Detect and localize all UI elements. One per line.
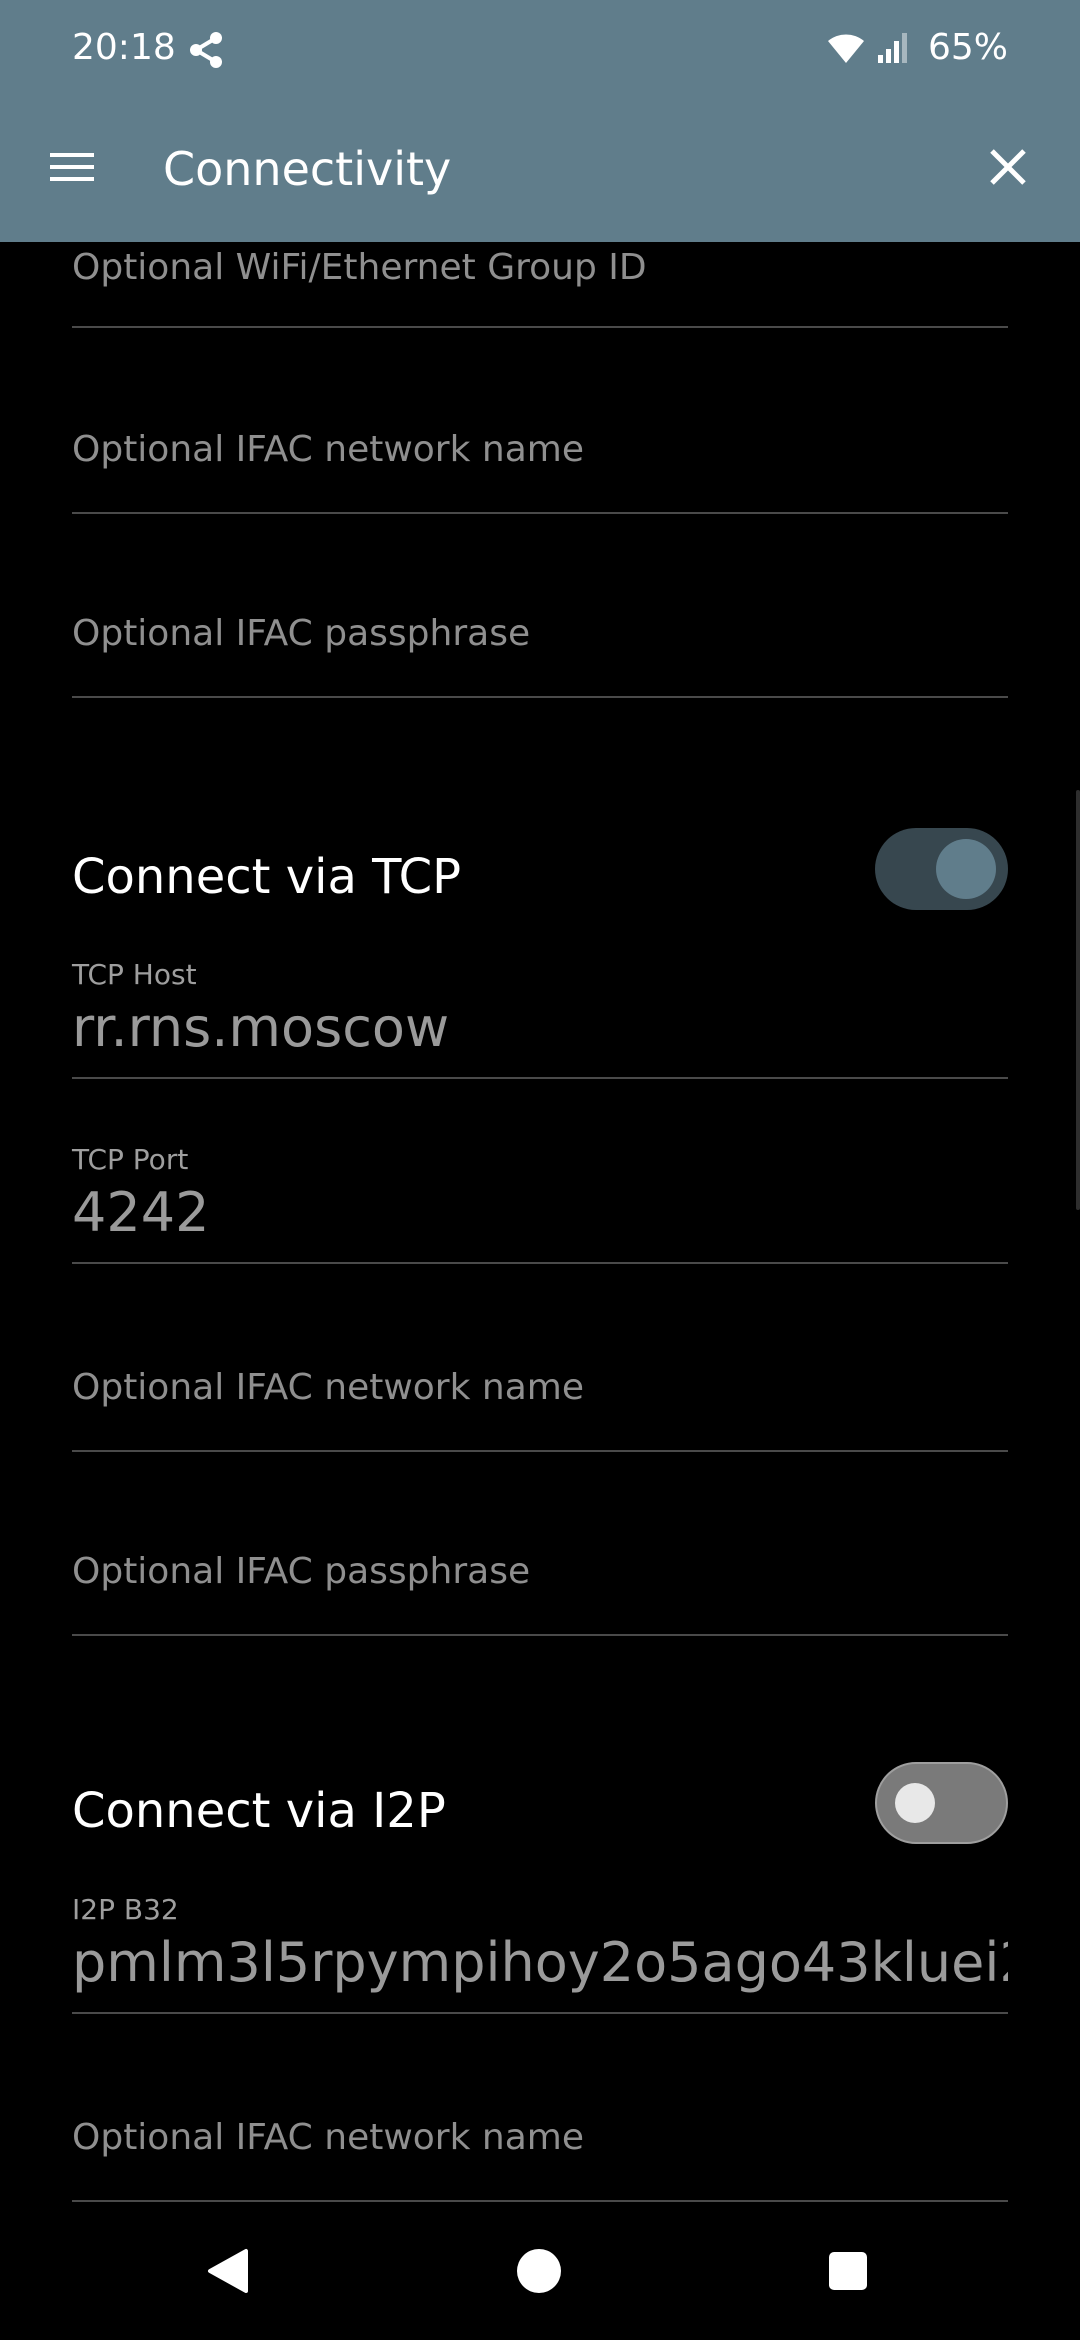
- page-title: Connectivity: [163, 142, 452, 196]
- tcp-toggle-knob: [936, 839, 996, 899]
- wifi-group-id-input[interactable]: Optional WiFi/Ethernet Group ID: [72, 242, 1008, 328]
- i2p-ifac-name-input[interactable]: Optional IFAC network name: [72, 2014, 1008, 2202]
- back-button[interactable]: [183, 2228, 273, 2318]
- status-indicators: 65%: [826, 24, 1008, 72]
- wifi-ifac-name-input[interactable]: Optional IFAC network name: [72, 326, 1008, 514]
- menu-button[interactable]: [36, 133, 108, 205]
- i2p-toggle[interactable]: [875, 1762, 1008, 1844]
- battery-percentage: 65%: [927, 27, 1008, 68]
- recents-button[interactable]: [803, 2228, 893, 2318]
- close-icon: [989, 148, 1027, 190]
- tcp-ifac-passphrase-placeholder: Optional IFAC passphrase: [72, 1551, 531, 1592]
- tcp-section-title: Connect via TCP: [72, 849, 462, 905]
- share-nodes-icon: [188, 30, 228, 70]
- home-button[interactable]: [494, 2228, 584, 2318]
- tcp-toggle[interactable]: [875, 828, 1008, 910]
- recents-square-icon: [827, 2250, 869, 2296]
- tcp-ifac-name-input[interactable]: Optional IFAC network name: [72, 1264, 1008, 1452]
- wifi-ifac-name-placeholder: Optional IFAC network name: [72, 429, 584, 470]
- status-time: 20:18: [72, 27, 176, 68]
- back-triangle-icon: [206, 2247, 250, 2299]
- wifi-ifac-passphrase-input[interactable]: Optional IFAC passphrase: [72, 512, 1008, 698]
- app-bar: Connectivity: [0, 96, 1080, 242]
- i2p-ifac-name-placeholder: Optional IFAC network name: [72, 2117, 584, 2158]
- tcp-port-label: TCP Port: [72, 1143, 189, 1176]
- status-bar: 20:18 65%: [0, 0, 1080, 96]
- system-nav-bar: [0, 2206, 1080, 2340]
- settings-content[interactable]: Optional WiFi/Ethernet Group ID Optional…: [0, 242, 1080, 2206]
- cell-signal-icon: [876, 31, 910, 65]
- wifi-group-id-placeholder: Optional WiFi/Ethernet Group ID: [72, 247, 647, 288]
- screen: 20:18 65% Connectivity Optional WiFi/Eth…: [0, 0, 1080, 2340]
- tcp-ifac-passphrase-input[interactable]: Optional IFAC passphrase: [72, 1450, 1008, 1636]
- tcp-port-value: 4242: [72, 1181, 210, 1244]
- i2p-b32-label: I2P B32: [72, 1893, 179, 1926]
- i2p-b32-value: pmlm3l5rpympihoy2o5ago43kluei2: [72, 1931, 1008, 1994]
- home-circle-icon: [515, 2247, 563, 2299]
- tcp-host-input[interactable]: TCP Host rr.rns.moscow: [72, 957, 1008, 1079]
- tcp-port-input[interactable]: TCP Port 4242: [72, 1142, 1008, 1264]
- close-button[interactable]: [972, 133, 1044, 205]
- tcp-host-value: rr.rns.moscow: [72, 996, 450, 1059]
- scrollbar[interactable]: [1076, 790, 1080, 1210]
- wifi-ifac-passphrase-placeholder: Optional IFAC passphrase: [72, 613, 531, 654]
- tcp-ifac-name-placeholder: Optional IFAC network name: [72, 1367, 584, 1408]
- i2p-toggle-knob: [895, 1783, 935, 1823]
- tcp-host-label: TCP Host: [72, 958, 197, 991]
- wifi-icon: [826, 31, 866, 65]
- i2p-section-title: Connect via I2P: [72, 1783, 446, 1839]
- i2p-b32-input[interactable]: I2P B32 pmlm3l5rpympihoy2o5ago43kluei2: [72, 1892, 1008, 2014]
- hamburger-menu-icon: [48, 149, 96, 189]
